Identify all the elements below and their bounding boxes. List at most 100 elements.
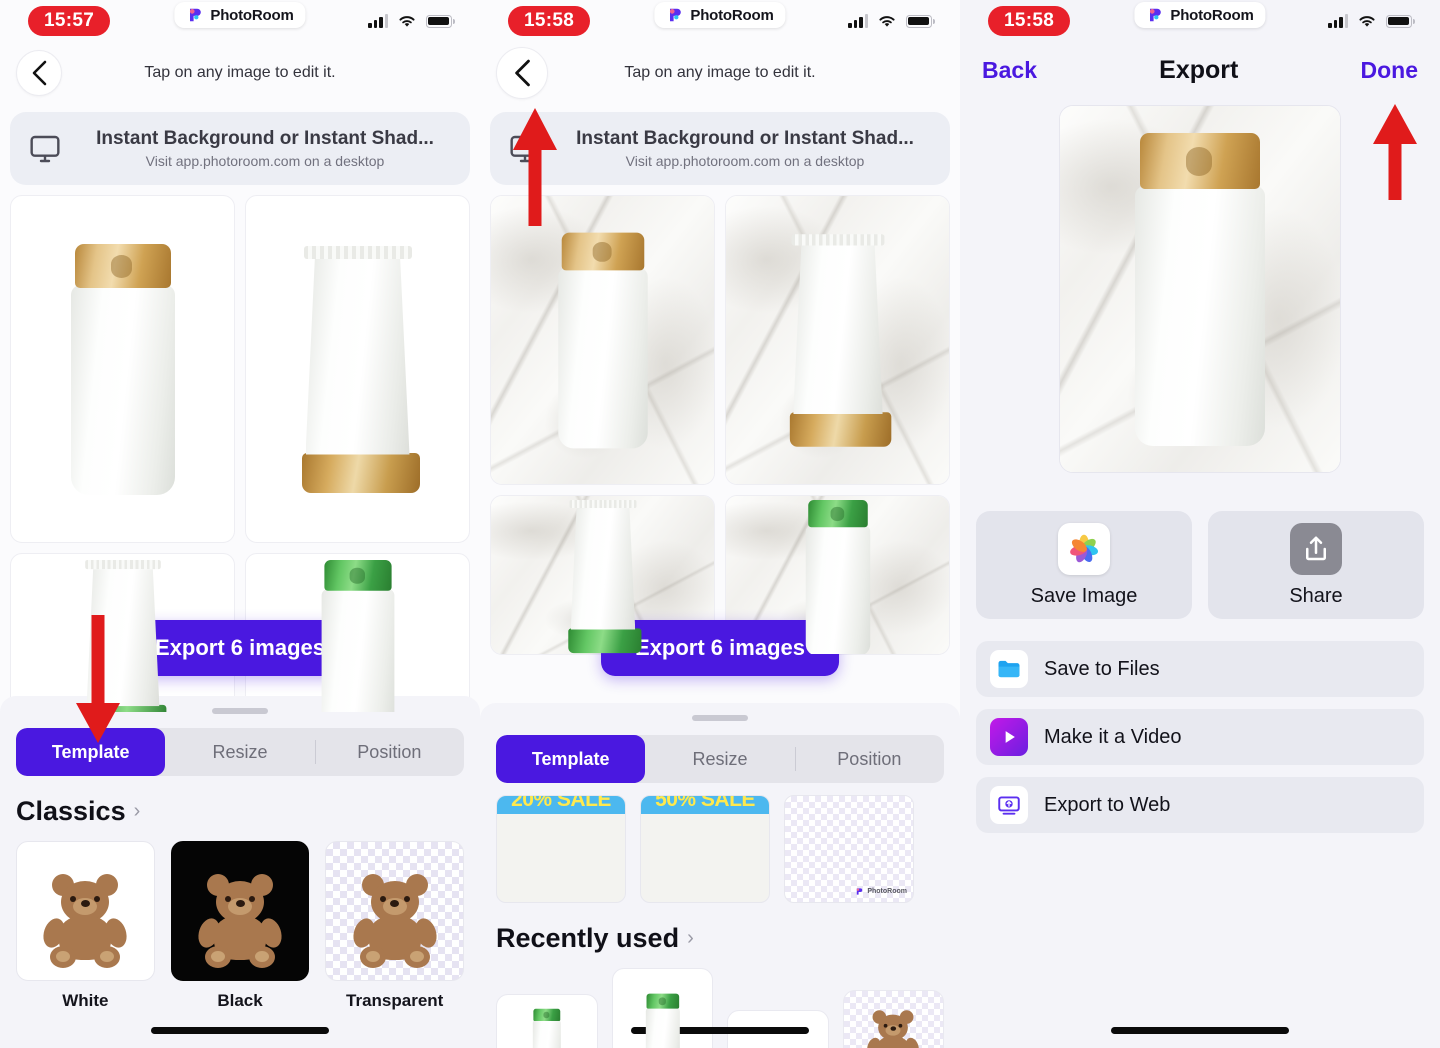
- image-card[interactable]: [725, 195, 950, 485]
- status-time: 15:58: [508, 6, 591, 36]
- wifi-icon: [1359, 15, 1375, 27]
- cellular-bars-icon: [368, 14, 388, 28]
- status-icons: [848, 14, 935, 29]
- share-square-icon: [1290, 522, 1342, 575]
- cellular-bars-icon: [1328, 14, 1348, 28]
- nav-bar: Tap on any image to edit it.: [480, 42, 960, 104]
- export-web-icon: [990, 786, 1028, 824]
- battery-icon: [906, 14, 935, 28]
- product-bottle-green-cap: [321, 560, 394, 712]
- battery-icon: [1386, 14, 1415, 28]
- photoroom-watermark-label: PhotoRoom: [867, 888, 907, 895]
- screen-batch-template-2: 15:58 PhotoRoom Tap on any image to edit…: [480, 0, 960, 1048]
- banner-subtitle: Visit app.photoroom.com on a desktop: [145, 153, 385, 169]
- screen-export: 15:58 PhotoRoom Back Export Done Save Im…: [960, 0, 1440, 1048]
- product-tube-gold-base: [789, 233, 891, 447]
- recent-template-item[interactable]: [611, 968, 713, 1048]
- make-it-a-video-option[interactable]: Make it a Video: [976, 709, 1424, 765]
- status-time: 15:57: [28, 6, 111, 36]
- arrow-to-done-button: [1373, 104, 1417, 200]
- save-to-files-label: Save to Files: [1044, 657, 1160, 680]
- image-card[interactable]: [10, 195, 235, 543]
- back-button[interactable]: [496, 47, 548, 99]
- share-button[interactable]: Share: [1208, 511, 1424, 619]
- teddy-bear-preview-icon: [865, 1009, 922, 1048]
- image-card[interactable]: [245, 195, 470, 543]
- image-grid: [480, 185, 960, 665]
- bottom-sheet: Template Resize Position 20% SALE 50% SA…: [480, 703, 960, 1048]
- desktop-monitor-icon: [30, 135, 60, 162]
- export-options-list: Save to Files Make it a Video Export to …: [960, 619, 1440, 833]
- photoroom-logo-pill: PhotoRoom: [1134, 2, 1266, 28]
- nav-hint-text: Tap on any image to edit it.: [144, 64, 336, 81]
- recently-used-section-header[interactable]: Recently used ›: [480, 903, 960, 968]
- photoroom-logo-label: PhotoRoom: [1170, 6, 1254, 24]
- folder-icon: [990, 650, 1028, 688]
- banner-text: Instant Background or Instant Shad... Vi…: [78, 128, 452, 169]
- photoroom-watermark-icon: PhotoRoom: [855, 887, 907, 896]
- banner-title: Instant Background or Instant Shad...: [576, 128, 914, 149]
- teddy-bear-preview-icon: [349, 872, 441, 972]
- export-preview-image[interactable]: [1059, 105, 1341, 473]
- image-card[interactable]: [490, 195, 715, 485]
- classics-title: Classics: [16, 796, 126, 826]
- home-indicator: [1111, 1027, 1289, 1034]
- export-to-web-option[interactable]: Export to Web: [976, 777, 1424, 833]
- product-bottle-green-cap: [645, 993, 680, 1048]
- sale-badge-label: 20% SALE: [497, 796, 625, 814]
- product-bottle-green-cap: [805, 500, 870, 654]
- recent-template-item[interactable]: [496, 994, 598, 1048]
- product-tube-green: [567, 500, 641, 654]
- template-options: White Black Transparent: [0, 841, 480, 1011]
- page-title: Export: [1159, 56, 1239, 84]
- export-to-web-label: Export to Web: [1044, 793, 1171, 816]
- status-time: 15:58: [988, 6, 1071, 36]
- template-option-transparent[interactable]: PhotoRoom: [784, 795, 914, 903]
- export-primary-actions: Save Image Share: [960, 473, 1440, 619]
- wifi-icon: [879, 15, 895, 27]
- back-button[interactable]: [16, 50, 62, 96]
- banner-text: Instant Background or Instant Shad... Vi…: [558, 128, 932, 169]
- template-label: Black: [217, 991, 263, 1010]
- chevron-left-icon: [515, 59, 530, 87]
- status-icons: [1328, 14, 1415, 29]
- template-thumb: [170, 841, 310, 981]
- make-it-a-video-label: Make it a Video: [1044, 725, 1182, 748]
- tab-template[interactable]: Template: [496, 735, 646, 783]
- tab-position[interactable]: Position: [794, 735, 944, 783]
- nav-bar: Tap on any image to edit it.: [0, 42, 480, 104]
- template-option-white[interactable]: White: [16, 841, 155, 1011]
- photoroom-logo-pill: PhotoRoom: [174, 2, 306, 28]
- arrow-to-back-button: [513, 108, 557, 226]
- mode-tabs: Template Resize Position: [496, 735, 944, 783]
- drag-handle-icon[interactable]: [212, 708, 268, 714]
- tab-resize[interactable]: Resize: [645, 735, 794, 783]
- status-icons: [368, 14, 455, 29]
- photoroom-logo-label: PhotoRoom: [690, 6, 774, 24]
- status-bar: 15:58 PhotoRoom: [480, 0, 960, 42]
- template-option-black[interactable]: Black: [170, 841, 310, 1011]
- product-bottle-gold-cap: [70, 243, 175, 495]
- save-image-button[interactable]: Save Image: [976, 511, 1192, 619]
- share-label: Share: [1289, 584, 1343, 607]
- template-thumb: [325, 841, 465, 981]
- done-button[interactable]: Done: [1360, 57, 1418, 84]
- recent-template-item-transparent[interactable]: [842, 990, 944, 1048]
- tab-resize[interactable]: Resize: [165, 728, 314, 776]
- wifi-icon: [399, 15, 415, 27]
- sale-badge-label: 50% SALE: [641, 796, 769, 814]
- save-to-files-option[interactable]: Save to Files: [976, 641, 1424, 697]
- tab-position[interactable]: Position: [314, 728, 464, 776]
- recently-used-title: Recently used: [496, 923, 680, 953]
- export-nav-bar: Back Export Done: [960, 42, 1440, 91]
- template-option-sale-50[interactable]: 50% SALE: [640, 795, 770, 903]
- chevron-left-icon: [32, 60, 47, 86]
- photoroom-logo-pill: PhotoRoom: [654, 2, 786, 28]
- product-bottle-gold-cap: [557, 232, 648, 448]
- instant-background-banner[interactable]: Instant Background or Instant Shad... Vi…: [10, 112, 470, 185]
- back-button[interactable]: Back: [982, 57, 1037, 84]
- classics-section-header[interactable]: Classics ›: [0, 776, 480, 841]
- drag-handle-icon[interactable]: [692, 715, 748, 721]
- template-option-transparent[interactable]: Transparent: [325, 841, 465, 1011]
- template-option-sale-20[interactable]: 20% SALE: [496, 795, 626, 903]
